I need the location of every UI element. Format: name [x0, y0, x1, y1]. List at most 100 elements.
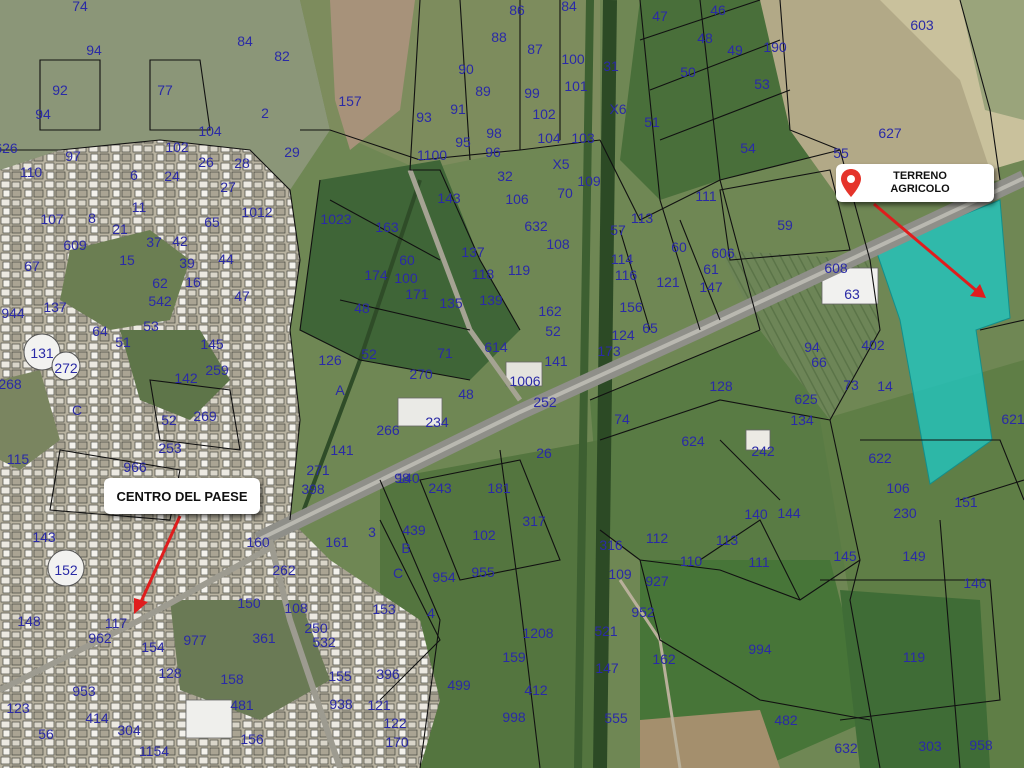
parcel-number: 107 [40, 211, 64, 227]
parcel-number: 97 [65, 148, 81, 164]
parcel-number: C [72, 402, 82, 418]
parcel-number: 114 [611, 251, 634, 267]
parcel-number: 16 [185, 274, 201, 290]
parcel-number: 49 [727, 42, 743, 58]
parcel-number: 73 [843, 377, 859, 393]
parcel-number: 272 [54, 360, 78, 376]
parcel-number: 624 [681, 433, 705, 449]
map-canvas[interactable]: 74 94 86 84 47 46 603 84 82 88 87 100 31 48 49 190 90 89 5… [0, 0, 1024, 768]
map-pin-icon [841, 169, 861, 197]
parcel-number: 48 [458, 386, 474, 402]
parcel-number: 171 [405, 286, 429, 302]
parcel-number: 234 [425, 414, 449, 430]
parcel-number: 632 [524, 218, 548, 234]
parcel-number: 113 [716, 532, 739, 548]
parcel-number: 271 [306, 462, 330, 478]
parcel-number: 148 [17, 613, 41, 629]
parcel-number: 52 [161, 412, 177, 428]
parcel-number: X5 [552, 156, 569, 172]
parcel-number: 625 [794, 391, 818, 407]
parcel-number: 61 [703, 261, 719, 277]
parcel-number: 157 [338, 93, 362, 109]
parcel-number: 111 [695, 188, 716, 204]
parcel-number: 170 [385, 734, 409, 750]
parcel-number: 317 [522, 513, 546, 529]
parcel-number: 252 [533, 394, 557, 410]
parcel-number: 111 [748, 554, 769, 570]
parcel-number: 998 [502, 709, 526, 725]
parcel-number: 51 [644, 114, 660, 130]
parcel-number: 32 [497, 168, 513, 184]
parcel-number: 94 [804, 339, 820, 355]
parcel-number: 139 [479, 292, 503, 308]
parcel-number: 52 [545, 323, 561, 339]
parcel-number: 135 [439, 295, 463, 311]
parcel-number: 156 [240, 731, 264, 747]
parcel-number: 115 [7, 451, 30, 467]
parcel-number: 499 [447, 677, 471, 693]
parcel-number: 110 [680, 553, 703, 569]
parcel-number: 66 [811, 354, 827, 370]
parcel-number: 160 [246, 534, 270, 550]
parcel-number: 243 [428, 480, 452, 496]
parcel-number: 316 [599, 537, 623, 553]
callout-terreno-text: TERRENO AGRICOLO [890, 170, 949, 196]
parcel-number: 95 [455, 134, 471, 150]
parcel-number: 48 [697, 30, 713, 46]
parcel-number: 42 [172, 233, 188, 249]
satellite-map: 749486 8447 4660384828887100 314849 19090895… [0, 0, 1024, 768]
parcel-number: 609 [63, 237, 87, 253]
parcel-number: 117 [105, 615, 128, 631]
parcel-number: 122 [383, 715, 407, 731]
parcel-number: 3 [368, 524, 376, 540]
parcel-number: 147 [595, 660, 619, 676]
parcel-number: 414 [85, 710, 109, 726]
parcel-number: 626 [0, 140, 18, 156]
parcel-number: 124 [611, 327, 635, 343]
parcel-number: 91 [450, 101, 466, 117]
parcel-number: C [393, 565, 403, 581]
parcel-number: 141 [544, 353, 568, 369]
parcel-number: 439 [402, 522, 426, 538]
parcel-number: 59 [777, 217, 793, 233]
parcel-number: 106 [886, 480, 910, 496]
callout-centro-del-paese: CENTRO DEL PAESE [104, 478, 260, 514]
parcel-number: 65 [642, 320, 658, 336]
parcel-number: 266 [376, 422, 400, 438]
parcel-number: 88 [491, 29, 507, 45]
parcel-number: 532 [312, 634, 336, 650]
parcel-number: 92 [52, 82, 68, 98]
parcel-number: 126 [318, 352, 342, 368]
parcel-number: 27 [220, 179, 236, 195]
parcel-number: 119 [903, 649, 926, 665]
parcel-number: 262 [272, 562, 296, 578]
parcel-number: 46 [710, 2, 726, 18]
parcel-number: 109 [608, 566, 632, 582]
parcel-number: 145 [200, 336, 224, 352]
parcel-number: 150 [237, 595, 261, 611]
parcel-number: 2 [261, 105, 269, 121]
parcel-number: 99 [524, 85, 540, 101]
parcel-number: 123 [6, 700, 30, 716]
parcel-number: 104 [537, 130, 561, 146]
parcel-number: 954 [432, 569, 456, 585]
parcel-number: 270 [409, 366, 433, 382]
parcel-number: 269 [193, 408, 217, 424]
parcel-number: 6 [130, 167, 138, 183]
parcel-number: 1154 [139, 743, 169, 759]
parcel-number: 162 [652, 651, 676, 667]
parcel-number: 162 [538, 303, 562, 319]
parcel-number: A [335, 382, 345, 398]
parcel-number: 47 [234, 288, 250, 304]
field-plowed-south [640, 710, 780, 768]
parcel-number: 106 [505, 191, 529, 207]
parcel-number: 116 [615, 267, 638, 283]
parcel-number: 29 [284, 144, 300, 160]
parcel-number: 1100 [417, 147, 447, 163]
parcel-number: B [401, 540, 410, 556]
parcel-number: 143 [437, 190, 461, 206]
parcel-number: 63 [844, 286, 860, 302]
parcel-number: 927 [645, 573, 669, 589]
parcel-number: 121 [656, 274, 680, 290]
parcel-number: 128 [158, 665, 182, 681]
